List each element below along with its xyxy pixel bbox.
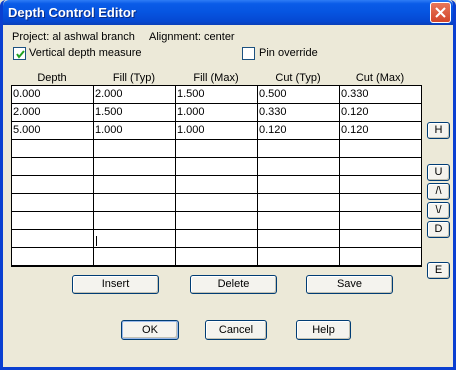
move-up-button[interactable]: /\ <box>427 183 450 200</box>
cell-cut-max[interactable] <box>340 248 421 266</box>
col-header-cut-max: Cut (Max) <box>355 72 405 84</box>
cell-fill-typ[interactable] <box>94 158 176 176</box>
col-header-fill-typ: Fill (Typ) <box>112 72 156 84</box>
checkmark-icon <box>16 50 25 59</box>
cell-fill-max[interactable]: 1.000 <box>176 122 258 140</box>
cell-depth[interactable]: 0.000 <box>12 86 94 104</box>
insert-button[interactable]: Insert <box>72 275 159 294</box>
cell-depth[interactable] <box>12 176 94 194</box>
delete-button[interactable]: Delete <box>190 275 277 294</box>
alignment-label: Alignment: center <box>149 31 235 43</box>
cell-cut-max[interactable] <box>340 194 421 212</box>
cell-cut-typ[interactable]: 0.500 <box>258 86 340 104</box>
cell-fill-typ[interactable] <box>94 140 176 158</box>
cell-fill-typ[interactable] <box>94 176 176 194</box>
side-button-h[interactable]: H <box>427 122 450 139</box>
cell-cut-typ[interactable] <box>258 140 340 158</box>
cell-fill-typ[interactable] <box>94 230 176 248</box>
side-button-u[interactable]: U <box>427 164 450 181</box>
cell-fill-typ[interactable] <box>94 194 176 212</box>
cell-cut-typ[interactable]: 0.120 <box>258 122 340 140</box>
cell-cut-typ[interactable] <box>258 194 340 212</box>
cell-fill-max[interactable] <box>176 176 258 194</box>
cell-fill-max[interactable] <box>176 212 258 230</box>
col-header-depth: Depth <box>37 72 67 84</box>
cell-cut-typ[interactable] <box>258 176 340 194</box>
cell-fill-typ[interactable]: 2.000 <box>94 86 176 104</box>
cell-depth[interactable]: 5.000 <box>12 122 94 140</box>
cell-cut-typ[interactable] <box>258 230 340 248</box>
pin-override-checkbox[interactable] <box>242 47 255 60</box>
vertical-depth-checkbox[interactable] <box>13 47 26 60</box>
cell-cut-max[interactable] <box>340 230 421 248</box>
cell-cut-max[interactable]: 0.330 <box>340 86 421 104</box>
text-cursor <box>96 236 97 246</box>
cell-cut-max[interactable]: 0.120 <box>340 122 421 140</box>
save-button[interactable]: Save <box>306 275 393 294</box>
cell-cut-max[interactable] <box>340 212 421 230</box>
cell-cut-max[interactable] <box>340 176 421 194</box>
close-button[interactable] <box>430 2 451 23</box>
project-label: Project: al ashwal branch <box>12 31 135 43</box>
depth-table: 0.000 2.000 1.500 0.500 0.330 2.000 1.500 1.000… <box>11 85 422 267</box>
cell-depth[interactable] <box>12 212 94 230</box>
depth-control-editor-window: Depth Control Editor Project: al ashwal … <box>0 0 456 370</box>
cell-cut-max[interactable] <box>340 158 421 176</box>
cell-cut-max[interactable] <box>340 140 421 158</box>
cell-fill-max[interactable] <box>176 248 258 266</box>
cell-depth[interactable] <box>12 140 94 158</box>
side-button-e[interactable]: E <box>427 262 450 279</box>
cell-depth[interactable] <box>12 248 94 266</box>
cell-cut-typ[interactable] <box>258 212 340 230</box>
cell-fill-max[interactable] <box>176 194 258 212</box>
help-button[interactable]: Help <box>296 320 351 340</box>
title-bar[interactable]: Depth Control Editor <box>3 0 453 25</box>
window-title: Depth Control Editor <box>8 5 136 20</box>
cell-fill-typ[interactable]: 1.000 <box>94 122 176 140</box>
cell-fill-max[interactable]: 1.500 <box>176 86 258 104</box>
cell-fill-typ[interactable]: 1.500 <box>94 104 176 122</box>
cell-fill-typ[interactable] <box>94 248 176 266</box>
vertical-depth-label[interactable]: Vertical depth measure <box>29 47 142 59</box>
col-header-fill-max: Fill (Max) <box>193 72 239 84</box>
col-header-cut-typ: Cut (Typ) <box>275 72 321 84</box>
cell-cut-typ[interactable] <box>258 158 340 176</box>
move-down-button[interactable]: \/ <box>427 202 450 219</box>
side-button-d[interactable]: D <box>427 221 450 238</box>
cell-fill-max[interactable] <box>176 158 258 176</box>
cell-depth[interactable] <box>12 158 94 176</box>
cell-fill-typ[interactable] <box>94 212 176 230</box>
cell-depth[interactable] <box>12 230 94 248</box>
pin-override-label[interactable]: Pin override <box>259 47 318 59</box>
cell-fill-max[interactable] <box>176 140 258 158</box>
ok-button[interactable]: OK <box>121 320 179 340</box>
close-icon <box>435 7 446 18</box>
cell-fill-max[interactable]: 1.000 <box>176 104 258 122</box>
cell-depth[interactable] <box>12 194 94 212</box>
cell-cut-typ[interactable] <box>258 248 340 266</box>
cell-depth[interactable]: 2.000 <box>12 104 94 122</box>
cell-fill-max[interactable] <box>176 230 258 248</box>
cell-cut-max[interactable]: 0.120 <box>340 104 421 122</box>
cell-cut-typ[interactable]: 0.330 <box>258 104 340 122</box>
cancel-button[interactable]: Cancel <box>205 320 267 340</box>
